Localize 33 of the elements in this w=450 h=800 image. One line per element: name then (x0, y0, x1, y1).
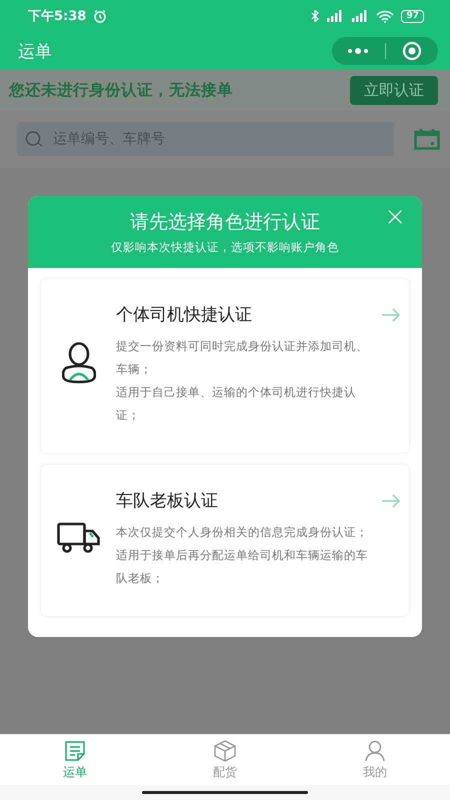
page-title: 运单 (18, 40, 53, 62)
option-description: 提交一份资料可同时完成身份认证并添加司机、车辆； (116, 338, 369, 378)
alarm-icon (93, 9, 108, 23)
verify-button[interactable]: 立即认证 (350, 76, 438, 104)
tab-item[interactable]: 运单 (0, 735, 150, 785)
signal-icon (351, 10, 370, 22)
tab-item[interactable]: 配货 (150, 735, 300, 785)
person-icon (364, 740, 386, 762)
option-title: 车队老板认证 (116, 490, 219, 512)
person-icon (62, 342, 96, 384)
tab-item[interactable]: 我的 (300, 735, 450, 785)
more-icon (347, 47, 370, 55)
dialog-title: 请先选择角色进行认证 (130, 210, 320, 235)
battery-level: 97 (401, 10, 424, 22)
box-icon (213, 740, 237, 762)
role-option-card[interactable]: 车队老板认证 本次仅提交个人身份相关的信息完成身份认证； 适用于接单后再分配运单给司机和车辆运输的车队老板； (40, 464, 410, 617)
arrow-right-icon (381, 494, 401, 508)
option-description: 适用于自己接单、运输的个体司机进行快捷认证； (116, 384, 357, 424)
clock-time: 下午5:38 (28, 8, 86, 25)
role-option-card[interactable]: 个体司机快捷认证 提交一份资料可同时完成身份认证并添加司机、车辆； 适用于自己接单、运输的个体司机进行快捷认证； (40, 278, 410, 454)
truck-icon (56, 522, 100, 554)
bluetooth-icon (311, 10, 320, 22)
dialog-subtitle: 仅影响本次快捷认证，选项不影响账户角色 (111, 240, 339, 255)
arrow-right-icon (381, 308, 401, 322)
target-icon (402, 41, 422, 61)
option-description: 适用于接单后再分配运单给司机和车辆运输的车队老板； (116, 547, 369, 587)
close-button[interactable]: × (380, 204, 410, 230)
notice-text: 您还未进行身份认证，无法接单 (9, 80, 234, 100)
option-description: 本次仅提交个人身份相关的信息完成身份认证； (116, 524, 369, 541)
option-title: 个体司机快捷认证 (116, 304, 253, 326)
wifi-icon (376, 10, 394, 22)
document-icon (64, 740, 86, 762)
signal-icon (326, 10, 344, 22)
